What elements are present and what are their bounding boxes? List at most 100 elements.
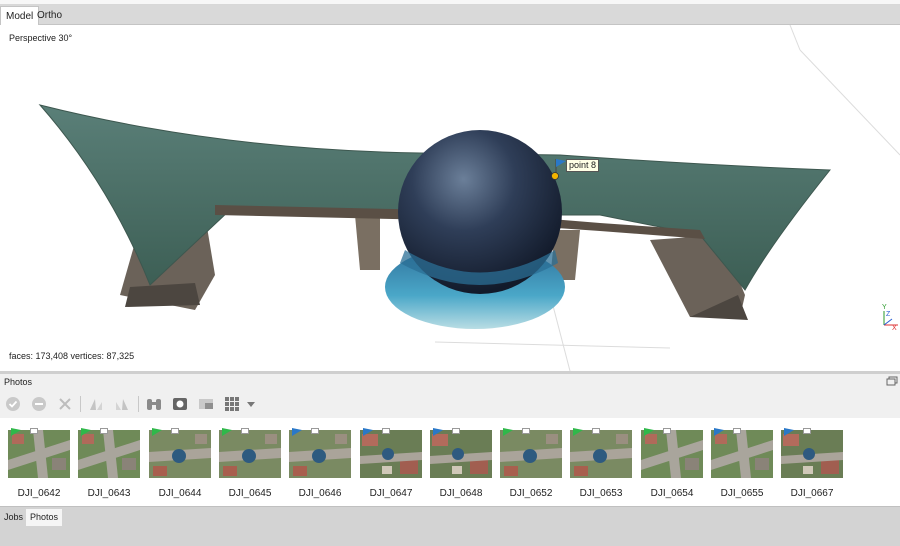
tab-ortho[interactable]: Ortho bbox=[32, 6, 67, 25]
point-marker bbox=[551, 172, 559, 180]
model-scene bbox=[38, 25, 900, 371]
flag-icon bbox=[503, 428, 513, 436]
photos-toolbar bbox=[0, 390, 900, 418]
photo-image[interactable] bbox=[641, 430, 703, 478]
photo-name: DJI_0652 bbox=[509, 488, 553, 499]
flag-icon bbox=[433, 428, 443, 436]
photo-name: DJI_0648 bbox=[439, 488, 483, 499]
projection-label: Perspective 30° bbox=[9, 33, 73, 43]
photos-panel-title: Photos bbox=[4, 377, 33, 387]
photo-view-button[interactable] bbox=[170, 394, 190, 414]
remove-photo-button[interactable] bbox=[55, 394, 75, 414]
photo-thumbnail[interactable]: DJI_0645 bbox=[219, 428, 281, 499]
photo-thumbnail[interactable]: DJI_0648 bbox=[430, 428, 492, 499]
rotate-right-icon bbox=[116, 399, 128, 410]
photo-thumbnail[interactable]: DJI_0654 bbox=[641, 428, 703, 499]
photo-image[interactable] bbox=[8, 430, 70, 478]
photo-thumbnail[interactable]: DJI_0647 bbox=[360, 428, 422, 499]
flag-icon bbox=[81, 428, 91, 436]
window-icon bbox=[199, 399, 213, 409]
photo-thumbnail-strip: DJI_0642 DJI_0643 DJI_0644 DJI_0645 DJI_0646… bbox=[0, 418, 900, 506]
mesh-stats: faces: 173,408 vertices: 87,325 bbox=[9, 351, 135, 361]
photo-thumbnail[interactable]: DJI_0642 bbox=[8, 428, 70, 499]
rotate-left-button[interactable] bbox=[86, 394, 106, 414]
photo-name: DJI_0643 bbox=[87, 488, 131, 499]
camera-icon bbox=[173, 398, 187, 410]
flag-icon bbox=[714, 428, 724, 436]
photo-image[interactable] bbox=[711, 430, 773, 478]
axis-label-y: Y bbox=[882, 304, 887, 311]
selection-mark bbox=[171, 428, 179, 434]
selection-mark bbox=[522, 428, 530, 434]
photo-name: DJI_0655 bbox=[720, 488, 764, 499]
selection-mark bbox=[592, 428, 600, 434]
close-icon bbox=[59, 398, 71, 410]
photo-image[interactable] bbox=[430, 430, 492, 478]
minus-circle-icon bbox=[32, 397, 46, 411]
photos-panel: Photos DJI_0642 DJI_0643 DJI_0644 DJI_06… bbox=[0, 374, 900, 506]
flag-icon bbox=[292, 428, 302, 436]
flag-icon bbox=[784, 428, 794, 436]
selection-mark bbox=[663, 428, 671, 434]
photo-image[interactable] bbox=[360, 430, 422, 478]
selection-mark bbox=[30, 428, 38, 434]
view-mode-dropdown[interactable] bbox=[244, 394, 258, 414]
view-matches-button[interactable] bbox=[144, 394, 164, 414]
selection-mark bbox=[241, 428, 249, 434]
disable-photo-button[interactable] bbox=[29, 394, 49, 414]
flag-icon bbox=[573, 428, 583, 436]
photo-image[interactable] bbox=[78, 430, 140, 478]
rotate-right-button[interactable] bbox=[112, 394, 132, 414]
tab-jobs[interactable]: Jobs bbox=[0, 509, 27, 526]
photo-thumbnail[interactable]: DJI_0667 bbox=[781, 428, 843, 499]
photo-thumbnail[interactable]: DJI_0643 bbox=[78, 428, 140, 499]
flag-icon bbox=[152, 428, 162, 436]
flag-icon bbox=[11, 428, 21, 436]
photo-thumbnail[interactable]: DJI_0652 bbox=[500, 428, 562, 499]
restore-window-icon[interactable] bbox=[886, 376, 898, 386]
chevron-down-icon bbox=[247, 402, 255, 407]
grid-view-icon bbox=[225, 397, 239, 411]
axis-label-z: Z bbox=[886, 311, 891, 318]
selection-mark bbox=[100, 428, 108, 434]
enable-photo-button[interactable] bbox=[3, 394, 23, 414]
marker-label[interactable]: point 8 bbox=[566, 159, 600, 172]
view-tabbar: Model Ortho bbox=[0, 5, 900, 25]
flag-icon bbox=[222, 428, 232, 436]
selection-mark bbox=[803, 428, 811, 434]
photo-thumbnail[interactable]: DJI_0653 bbox=[570, 428, 632, 499]
photo-name: DJI_0653 bbox=[579, 488, 623, 499]
rotate-left-icon bbox=[90, 399, 102, 410]
photo-image[interactable] bbox=[570, 430, 632, 478]
grid-view-button[interactable] bbox=[222, 394, 242, 414]
axis-label-x: X bbox=[892, 325, 897, 332]
toolbar-separator bbox=[80, 396, 81, 412]
model-viewport[interactable]: Perspective 30° point 8 faces: 173,408 v… bbox=[0, 25, 900, 371]
selection-mark bbox=[452, 428, 460, 434]
photo-name: DJI_0646 bbox=[298, 488, 342, 499]
flag-icon bbox=[644, 428, 654, 436]
bottom-tabbar: Jobs Photos bbox=[0, 506, 900, 546]
photo-image[interactable] bbox=[289, 430, 351, 478]
photo-thumbnail[interactable]: DJI_0644 bbox=[149, 428, 211, 499]
selection-mark bbox=[311, 428, 319, 434]
photo-name: DJI_0667 bbox=[790, 488, 834, 499]
photo-image[interactable] bbox=[219, 430, 281, 478]
photo-name: DJI_0642 bbox=[17, 488, 61, 499]
photo-image[interactable] bbox=[781, 430, 843, 478]
photo-name: DJI_0645 bbox=[228, 488, 272, 499]
window-button[interactable] bbox=[196, 394, 216, 414]
photo-image[interactable] bbox=[500, 430, 562, 478]
binoculars-icon bbox=[147, 399, 161, 410]
photo-image[interactable] bbox=[149, 430, 211, 478]
tab-photos[interactable]: Photos bbox=[26, 509, 63, 526]
check-icon bbox=[6, 397, 20, 411]
flag-icon bbox=[363, 428, 373, 436]
selection-mark bbox=[733, 428, 741, 434]
photo-name: DJI_0654 bbox=[650, 488, 694, 499]
photo-name: DJI_0647 bbox=[369, 488, 413, 499]
selection-mark bbox=[382, 428, 390, 434]
photo-thumbnail[interactable]: DJI_0646 bbox=[289, 428, 351, 499]
photo-thumbnail[interactable]: DJI_0655 bbox=[711, 428, 773, 499]
photo-name: DJI_0644 bbox=[158, 488, 202, 499]
